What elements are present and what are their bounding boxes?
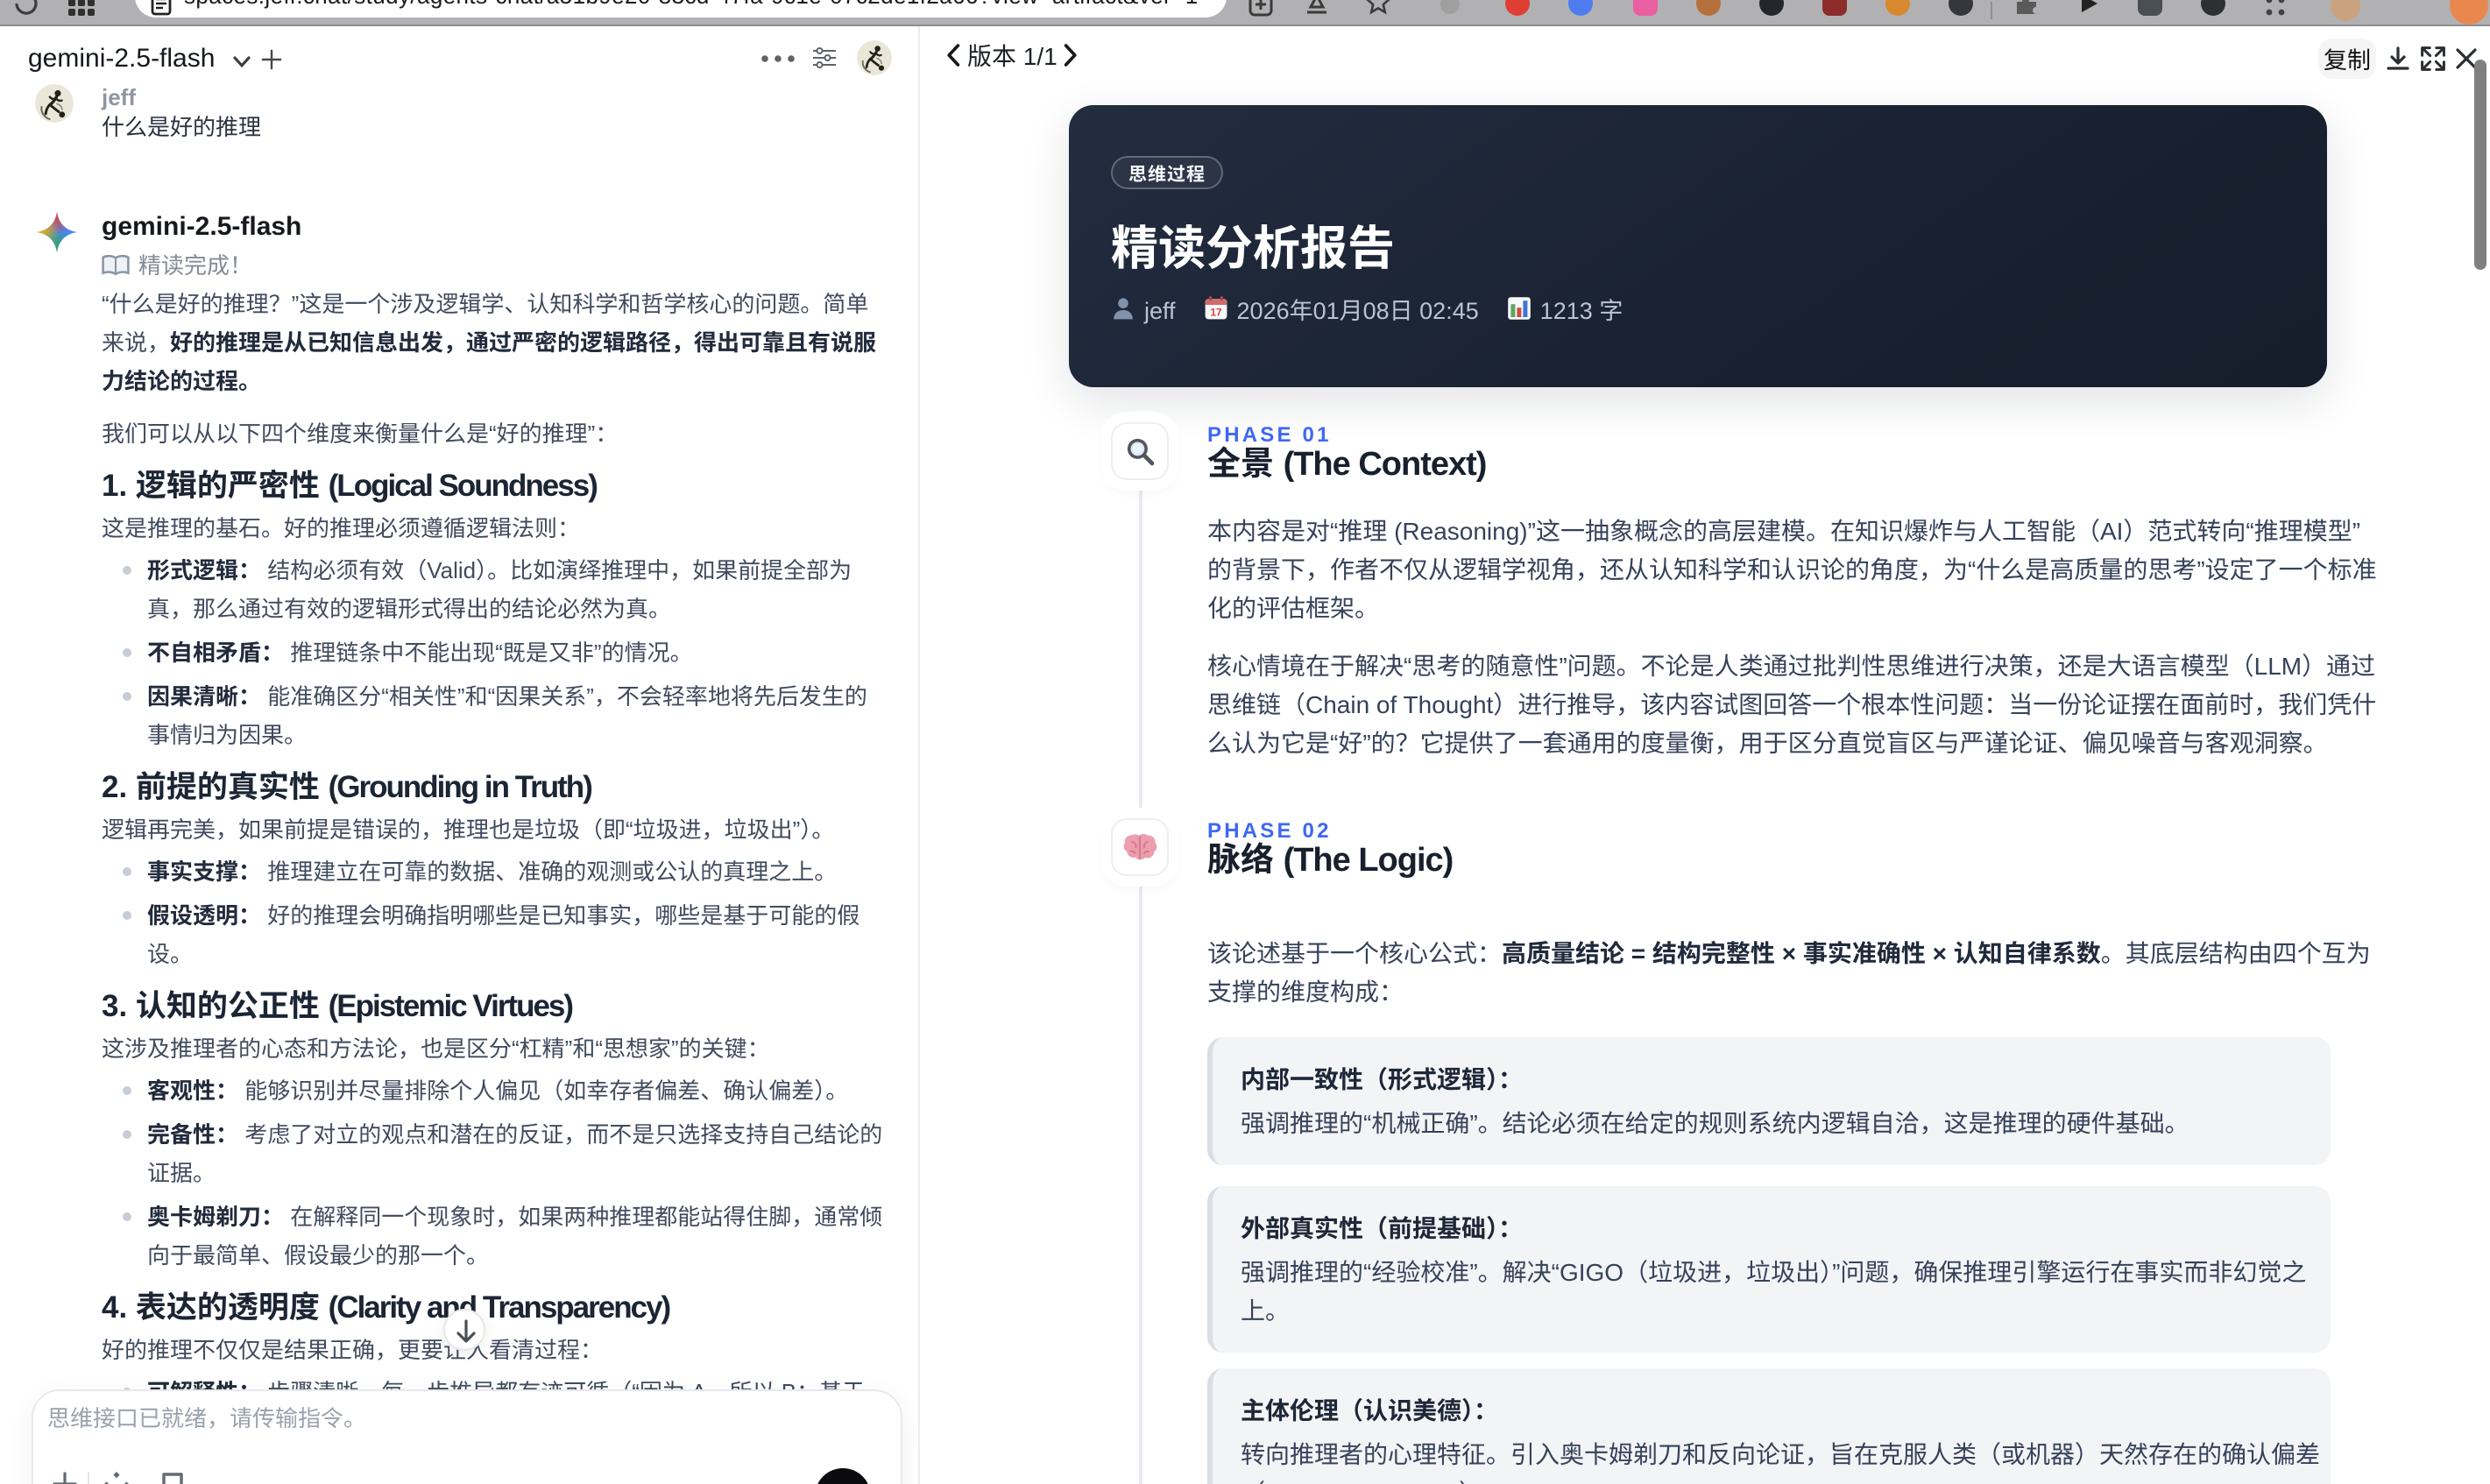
svg-text:17: 17 <box>1210 306 1222 318</box>
